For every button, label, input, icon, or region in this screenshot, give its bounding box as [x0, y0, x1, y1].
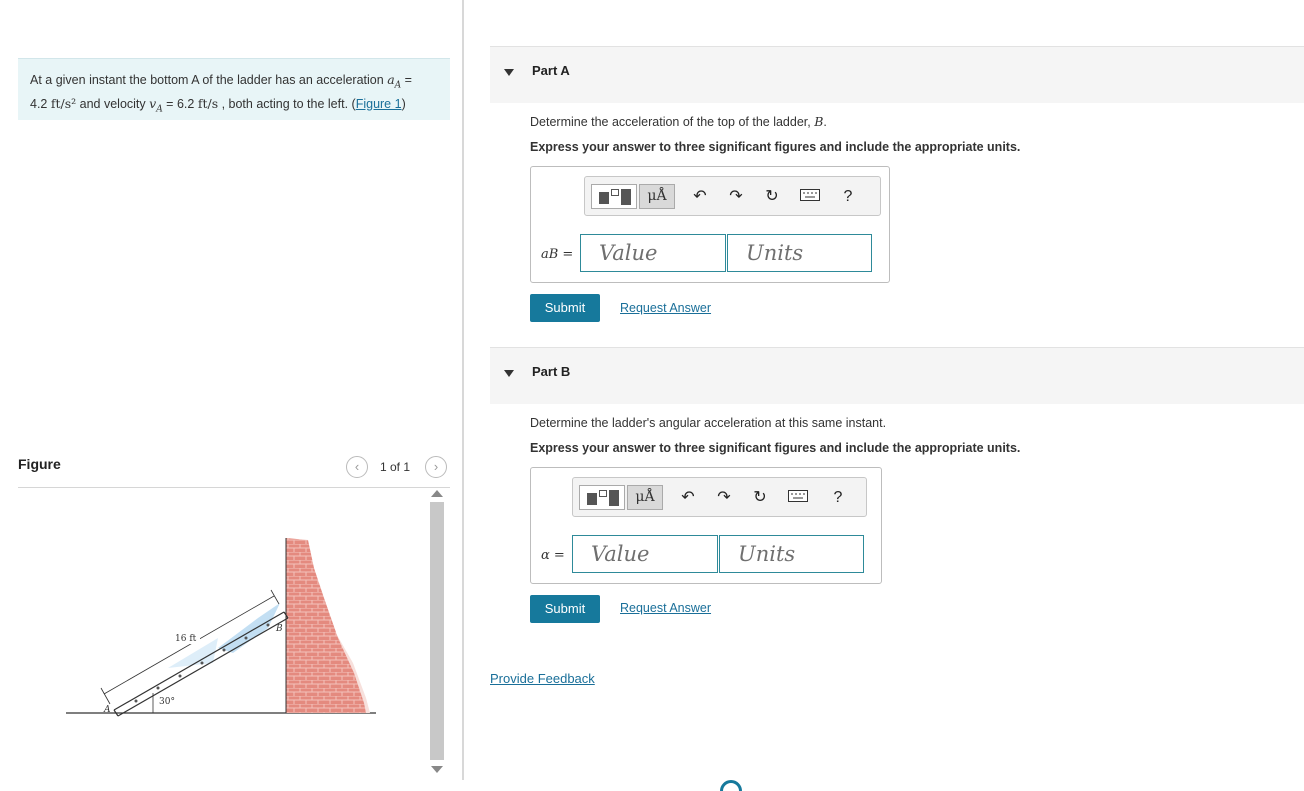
answer-label: aB = [541, 247, 574, 262]
part-a-title: Part A [532, 63, 570, 78]
point-a-label: A [103, 705, 111, 715]
help-icon[interactable]: ? [837, 186, 859, 208]
provide-feedback-link[interactable]: Provide Feedback [490, 671, 595, 686]
scroll-down-icon[interactable] [431, 766, 443, 773]
vel-units: ft/s [197, 95, 219, 111]
problem-text: At a given instant the bottom A of the l… [30, 73, 388, 87]
left-panel: At a given instant the bottom A of the l… [0, 0, 463, 791]
scroll-thumb[interactable] [430, 502, 444, 760]
part-b-answer-box: μÅ ↶ ↷ ↻ ? α = Value Units [530, 467, 882, 584]
dimension-line [103, 595, 275, 695]
part-b-question: Determine the ladder's angular accelerat… [530, 416, 887, 430]
ladder-figure: 16 ft 30° A B [18, 488, 426, 778]
part-b-title: Part B [532, 364, 571, 379]
undo-icon[interactable]: ↶ [677, 487, 699, 509]
question-end: . [823, 115, 827, 129]
math-toolbar: μÅ ↶ ↷ ↻ ? [572, 477, 867, 517]
panel-divider[interactable] [462, 0, 464, 780]
keyboard-icon[interactable] [799, 186, 821, 208]
redo-icon[interactable]: ↷ [725, 186, 747, 208]
accel-symbol: aA [387, 72, 402, 91]
keyboard-icon[interactable] [787, 487, 809, 509]
templates-icon[interactable] [591, 184, 637, 209]
figure-scrollbar[interactable] [426, 488, 446, 778]
part-b-instruction: Express your answer to three significant… [530, 441, 1021, 455]
angle-label: 30° [159, 697, 175, 707]
close-paren: ) [401, 96, 406, 111]
request-answer-link[interactable]: Request Answer [620, 301, 711, 315]
ladder-diagram: 16 ft 30° A B [66, 538, 376, 717]
figure-link[interactable]: Figure 1 [356, 97, 402, 111]
scroll-up-icon[interactable] [431, 490, 443, 497]
units-palette-button[interactable]: μÅ [639, 184, 675, 209]
value-input[interactable]: Value [572, 535, 718, 573]
part-a-header[interactable]: Part A [490, 46, 1304, 103]
request-answer-link[interactable]: Request Answer [620, 601, 711, 615]
submit-button[interactable]: Submit [530, 595, 600, 623]
reset-icon[interactable]: ↻ [761, 186, 783, 208]
problem-text-after: , both acting to the left. ( [218, 96, 356, 111]
value-input[interactable]: Value [580, 234, 726, 272]
undo-icon[interactable]: ↶ [689, 186, 711, 208]
part-b-header[interactable]: Part B [490, 347, 1304, 404]
accel-value: 4.2 [30, 96, 48, 111]
figure-title: Figure [18, 456, 61, 472]
problem-statement: At a given instant the bottom A of the l… [18, 58, 450, 120]
point-b-label: B [275, 624, 283, 634]
redo-icon[interactable]: ↷ [713, 487, 735, 509]
problem-text-mid: and velocity [76, 96, 150, 111]
part-a-instruction: Express your answer to three significant… [530, 140, 1021, 154]
submit-button[interactable]: Submit [530, 294, 600, 322]
answer-label: α = [541, 548, 565, 563]
caret-down-icon[interactable] [504, 69, 514, 76]
help-icon[interactable]: ? [827, 487, 849, 509]
accel-units: ft/s² [50, 95, 77, 111]
caret-down-icon[interactable] [504, 370, 514, 377]
figure-count: 1 of 1 [380, 460, 411, 474]
units-palette-button[interactable]: μÅ [627, 485, 663, 510]
chevron-right-icon[interactable]: › [425, 456, 447, 478]
brick-wall [286, 538, 366, 713]
figure-header: Figure ‹ 1 of 1 › [18, 452, 450, 488]
part-a-answer-box: μÅ ↶ ↷ ↻ ? aB = Value Units [530, 166, 890, 283]
units-input[interactable]: Units [719, 535, 864, 573]
math-toolbar: μÅ ↶ ↷ ↻ ? [584, 176, 881, 216]
reset-icon[interactable]: ↻ [749, 487, 771, 509]
question-text: Determine the acceleration of the top of… [530, 115, 815, 129]
length-label: 16 ft [175, 634, 197, 644]
vel-value: 6.2 [176, 96, 195, 111]
chevron-left-icon[interactable]: ‹ [346, 456, 368, 478]
vel-symbol: vA [149, 95, 163, 115]
help-bubble-icon[interactable] [720, 780, 742, 791]
part-a-question: Determine the acceleration of the top of… [530, 114, 827, 129]
templates-icon[interactable] [579, 485, 625, 510]
units-input[interactable]: Units [727, 234, 872, 272]
